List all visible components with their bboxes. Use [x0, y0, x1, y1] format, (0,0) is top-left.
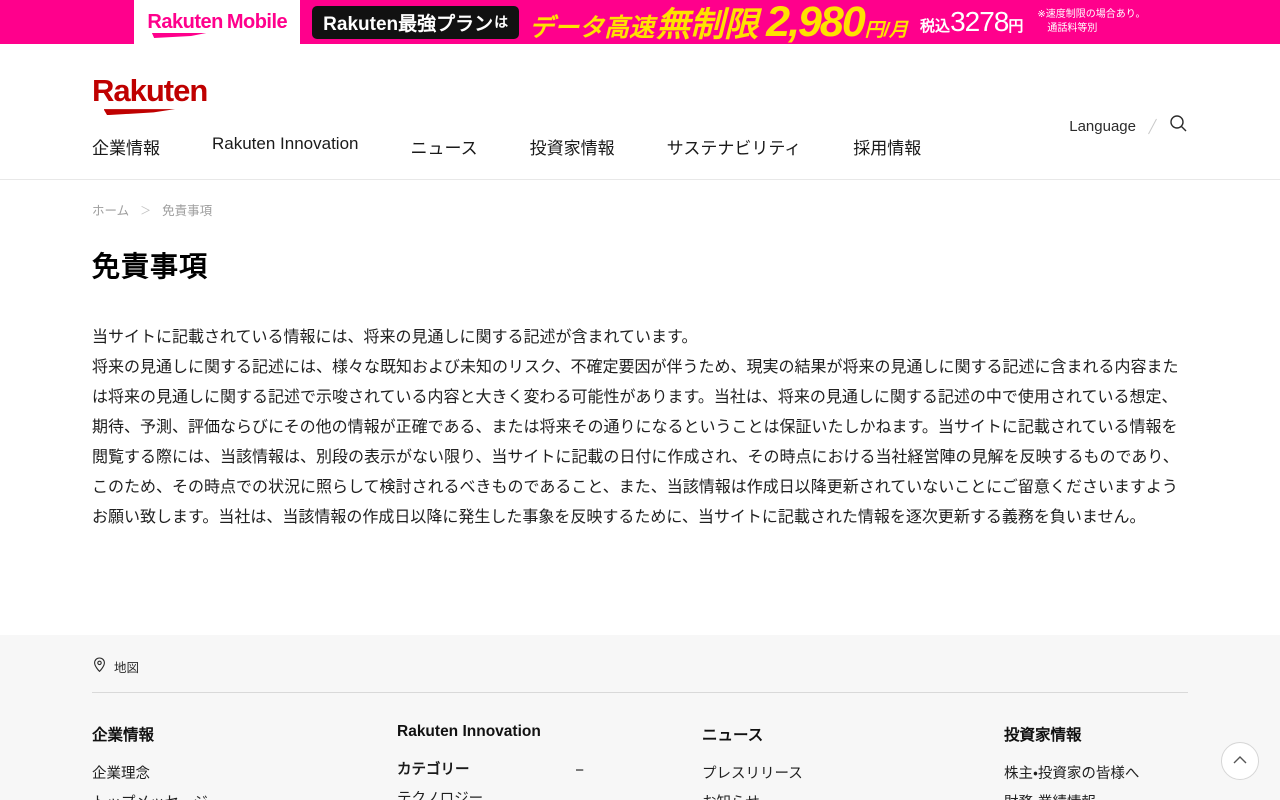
- sitemap-link[interactable]: 地図: [92, 657, 139, 676]
- footer-heading-innovation[interactable]: Rakuten Innovation: [397, 723, 702, 741]
- footer-category-accordion[interactable]: カテゴリー −: [397, 763, 584, 778]
- plan-name-suffix: は: [494, 12, 508, 32]
- disclaimer-paragraph-1: 当サイトに記載されている情報には、将来の見通しに関する記述が含まれています。: [92, 323, 1188, 353]
- footer-columns: 企業情報 企業理念 トップメッセージ 役員紹介 Rakuten Innovati…: [92, 693, 1188, 800]
- chevron-up-icon: [1232, 752, 1248, 770]
- promo-banner-content: Rakuten Mobile Rakuten最強プランは データ高速 無制限 2…: [134, 0, 1145, 44]
- tax-included-price: 税込 3278 円: [920, 6, 1023, 38]
- sitemap-link-label: 地図: [114, 657, 139, 676]
- footer-heading-investors[interactable]: 投資家情報: [1004, 723, 1188, 745]
- offer-lead-text: データ高速: [529, 8, 654, 44]
- nav-item-corporate[interactable]: 企業情報: [92, 134, 160, 159]
- location-pin-icon: [92, 657, 107, 676]
- footer-link[interactable]: 財務・業績情報: [1004, 796, 1188, 800]
- collapse-minus-icon: −: [575, 763, 584, 778]
- disclaimer-paragraph-2: 将来の見通しに関する記述には、様々な既知および未知のリスク、不確定要因が伴うため…: [92, 353, 1188, 533]
- tax-price: 3278: [950, 6, 1008, 38]
- search-icon: [1169, 114, 1188, 138]
- breadcrumb: ホーム ＞ 免責事項: [92, 200, 1188, 219]
- nav-item-sustainability[interactable]: サステナビリティ: [667, 134, 802, 159]
- footer-link[interactable]: テクノロジー: [397, 792, 702, 800]
- header-utilities: Language: [1069, 114, 1188, 138]
- footer-link[interactable]: トップメッセージ: [92, 796, 397, 800]
- banner-note-line2: 通話料等別: [1037, 22, 1145, 37]
- offer-main-text: 無制限: [656, 0, 758, 44]
- footer-heading-news[interactable]: ニュース: [702, 723, 1004, 745]
- footer-link[interactable]: プレスリリース: [702, 767, 1004, 782]
- page-title: 免責事項: [92, 245, 1188, 285]
- promo-banner[interactable]: Rakuten Mobile Rakuten最強プランは データ高速 無制限 2…: [0, 0, 1280, 44]
- rakuten-mobile-logo: Rakuten Mobile: [134, 0, 300, 44]
- breadcrumb-current: 免責事項: [162, 200, 212, 219]
- nav-item-news[interactable]: ニュース: [411, 134, 478, 159]
- footer-heading-corporate[interactable]: 企業情報: [92, 723, 397, 745]
- disclaimer-text: 当サイトに記載されている情報には、将来の見通しに関する記述が含まれています。 将…: [92, 323, 1188, 635]
- banner-note-line1: ※速度制限の場合あり。: [1037, 8, 1145, 23]
- rakuten-logo[interactable]: Rakuten: [92, 74, 207, 108]
- back-to-top-button[interactable]: [1221, 742, 1259, 780]
- footer-link[interactable]: 株主・投資家の皆様へ: [1004, 767, 1188, 782]
- site-header: Rakuten Language 企業情報 Rakuten Innovation…: [0, 44, 1280, 180]
- plan-name-badge: Rakuten最強プランは: [312, 6, 519, 39]
- tax-unit: 円: [1008, 15, 1023, 36]
- footer-column-news: ニュース プレスリリース お知らせ 主なグループ各社の: [702, 723, 1004, 800]
- footer-link[interactable]: お知らせ: [702, 796, 1004, 800]
- nav-item-rakuten-innovation[interactable]: Rakuten Innovation: [212, 134, 359, 159]
- breadcrumb-home[interactable]: ホーム: [92, 200, 129, 219]
- banner-offer: データ高速 無制限 2,980 円/月: [529, 0, 908, 44]
- footer-column-investors: 投資家情報 株主・投資家の皆様へ 財務・業績情報 IR資料・イベント: [1004, 723, 1188, 800]
- nav-item-investors[interactable]: 投資家情報: [530, 134, 615, 159]
- footer-link[interactable]: 企業理念: [92, 767, 397, 782]
- rakuten-mobile-logo-brand: Rakuten: [147, 12, 222, 32]
- breadcrumb-separator: ＞: [140, 202, 151, 218]
- language-switcher[interactable]: Language: [1069, 118, 1136, 135]
- site-footer: 地図 企業情報 企業理念 トップメッセージ 役員紹介 Rakuten Innov…: [0, 635, 1280, 800]
- offer-price: 2,980: [766, 0, 864, 44]
- footer-column-corporate: 企業情報 企業理念 トップメッセージ 役員紹介: [92, 723, 397, 800]
- search-button[interactable]: [1169, 114, 1188, 138]
- divider-slash: [1148, 118, 1157, 133]
- banner-disclaimer-note: ※速度制限の場合あり。 通話料等別: [1037, 8, 1145, 37]
- footer-category-label: カテゴリー: [397, 763, 470, 778]
- rakuten-mobile-logo-product: Mobile: [227, 12, 287, 32]
- footer-column-innovation: Rakuten Innovation カテゴリー − テクノロジー サービス: [397, 723, 702, 800]
- main-content: ホーム ＞ 免責事項 免責事項 当サイトに記載されている情報には、将来の見通しに…: [92, 200, 1188, 635]
- plan-name: Rakuten最強プラン: [323, 9, 493, 36]
- main-navigation: 企業情報 Rakuten Innovation ニュース 投資家情報 サステナビ…: [92, 134, 1188, 179]
- tax-label: 税込: [920, 15, 950, 36]
- nav-item-careers[interactable]: 採用情報: [853, 134, 921, 159]
- offer-price-unit: 円/月: [865, 15, 908, 42]
